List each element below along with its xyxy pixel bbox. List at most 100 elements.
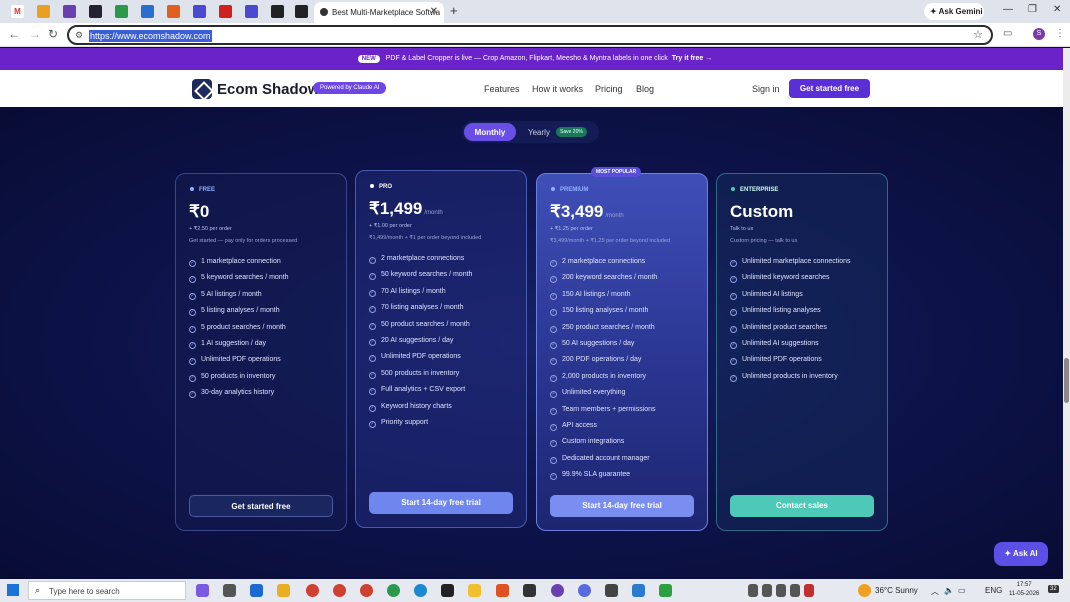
tab-icon-9[interactable] (219, 5, 232, 18)
tray-chevron-icon[interactable]: ︿ (931, 586, 939, 597)
weather-text[interactable]: 36°C Sunny (875, 586, 918, 595)
brand-name[interactable]: Ecom Shadow (217, 81, 320, 98)
close-tab-icon[interactable]: ✕ (430, 6, 438, 17)
tray-app-icon-1[interactable] (748, 584, 758, 597)
weather-icon[interactable] (858, 584, 871, 597)
file-explorer-icon[interactable] (277, 584, 290, 597)
copilot-icon[interactable] (196, 584, 209, 597)
tab-icon-11[interactable] (271, 5, 284, 18)
feature-text: Unlimited AI suggestions (742, 339, 819, 347)
active-tab[interactable]: Best Multi-Marketplace Softwa ✕ (314, 2, 444, 23)
nav-link-how-it-works[interactable]: How it works (532, 84, 583, 94)
check-icon: ✓ (730, 341, 737, 349)
brand-logo-icon[interactable] (192, 79, 212, 99)
check-icon: ✓ (730, 309, 737, 317)
plan-card-premium: PREMIUM ₹3,499/month + ₹1.25 per order ₹… (536, 173, 708, 531)
sign-in-link[interactable]: Sign in (752, 84, 780, 94)
chrome-icon-active[interactable] (360, 584, 373, 597)
tab-icon-4[interactable] (89, 5, 102, 18)
windows-start-icon[interactable] (7, 584, 19, 596)
plan-per-order: + ₹1.00 per order (369, 223, 412, 229)
volume-icon[interactable]: 🔈 (944, 586, 954, 595)
tab-icon-5[interactable] (115, 5, 128, 18)
close-window-icon[interactable]: ✕ (1053, 4, 1061, 15)
tray-app-icon-4[interactable] (790, 584, 800, 597)
app-icon-5[interactable] (659, 584, 672, 597)
nav-link-features[interactable]: Features (484, 84, 520, 94)
edge-icon[interactable] (414, 584, 427, 597)
feature-item: ✓ 5 product searches / month (189, 324, 289, 340)
language-indicator[interactable]: ENG (985, 586, 1002, 595)
taskbar-search-input[interactable]: ⌕ Type here to search (28, 581, 186, 600)
tray-app-icon-5[interactable] (804, 584, 814, 597)
tray-app-icon-2[interactable] (762, 584, 772, 597)
sticky-notes-icon[interactable] (468, 584, 481, 597)
menu-kebab-icon[interactable]: ⋮ (1055, 28, 1065, 39)
plan-card-pro: PRO ₹1,499/month + ₹1.00 per order ₹1,49… (355, 170, 527, 528)
contact-sales-button[interactable]: Contact sales (730, 495, 874, 517)
page-scrollbar[interactable] (1063, 48, 1070, 579)
tab-icon-8[interactable] (193, 5, 206, 18)
feature-list: ✓ 1 marketplace connection ✓ 5 keyword sear… (189, 258, 289, 406)
tab-icon-7[interactable] (167, 5, 180, 18)
toggle-yearly[interactable]: Yearly (528, 128, 550, 137)
check-icon: ✓ (730, 260, 737, 267)
get-started-free-button[interactable]: Get started free (189, 495, 333, 517)
tab-icon-6[interactable] (141, 5, 154, 18)
back-icon[interactable]: ← (8, 27, 20, 41)
forward-icon[interactable]: → (29, 27, 41, 41)
feature-text: 30-day analytics history (201, 389, 275, 397)
nav-link-blog[interactable]: Blog (636, 84, 654, 94)
github-icon[interactable] (551, 584, 564, 597)
ask-gemini-button[interactable]: ✦ Ask Gemini (924, 3, 984, 20)
profile-avatar[interactable]: S (1033, 28, 1045, 40)
tab-icon-12[interactable] (295, 5, 308, 18)
tab-icon-2[interactable] (37, 5, 50, 18)
premium-trial-button[interactable]: Start 14-day free trial (550, 495, 694, 517)
app-icon-1[interactable] (441, 584, 454, 597)
feature-text: 200 PDF operations / day (562, 356, 642, 364)
outlook-icon[interactable] (250, 584, 263, 597)
tier-dot-icon (551, 187, 555, 192)
nav-link-pricing[interactable]: Pricing (595, 84, 623, 94)
minimize-icon[interactable]: — (1003, 4, 1013, 15)
feature-text: Keyword history charts (381, 402, 452, 410)
app-icon-2[interactable] (496, 584, 509, 597)
site-info-icon[interactable]: ⚙ (75, 30, 83, 41)
taskbar-clock[interactable]: 17:57 11-05-2026 (1009, 581, 1039, 599)
ask-ai-button[interactable]: ✦ Ask AI (994, 542, 1048, 566)
bookmark-star-icon[interactable]: ☆ (973, 28, 983, 41)
reload-icon[interactable]: ↻ (48, 27, 58, 41)
chrome-icon-2[interactable] (333, 584, 346, 597)
price-amount: ₹1,499 (369, 199, 423, 218)
tab-icon-3[interactable] (63, 5, 76, 18)
task-view-icon[interactable] (223, 584, 236, 597)
tab-icon-10[interactable] (245, 5, 258, 18)
url-text[interactable]: https://www.ecomshadow.com (89, 30, 212, 42)
check-icon: ✓ (369, 371, 376, 379)
toggle-monthly[interactable]: Monthly (464, 123, 516, 141)
gmail-tab-icon[interactable]: M (11, 5, 24, 18)
new-tab-icon[interactable]: + (450, 3, 458, 18)
feature-item: ✓ 5 keyword searches / month (189, 274, 289, 290)
discord-icon[interactable] (578, 584, 591, 597)
address-bar[interactable]: ⚙ https://www.ecomshadow.com ☆ (67, 25, 993, 45)
tray-app-icon-3[interactable] (776, 584, 786, 597)
app-icon-4[interactable] (632, 584, 645, 597)
feature-item: ✓ Unlimited products in inventory (730, 373, 851, 389)
banner-try-link[interactable]: Try it free → (672, 55, 712, 62)
chrome-icon-3[interactable] (387, 584, 400, 597)
get-started-button[interactable]: Get started free (789, 79, 870, 98)
settings-icon[interactable] (605, 584, 618, 597)
maximize-icon[interactable]: ❐ (1028, 4, 1037, 15)
feature-item: ✓ Unlimited PDF operations (189, 356, 289, 372)
notification-icon[interactable]: 32 (1048, 585, 1059, 593)
pro-trial-button[interactable]: Start 14-day free trial (369, 492, 513, 514)
chrome-icon[interactable] (306, 584, 319, 597)
check-icon: ✓ (550, 456, 557, 464)
network-icon[interactable]: ▭ (958, 586, 966, 595)
app-icon-3[interactable] (523, 584, 536, 597)
sidepanel-icon[interactable]: ▭ (1003, 28, 1012, 39)
scrollbar-thumb[interactable] (1064, 358, 1069, 403)
feature-item: ✓ Unlimited everything (550, 389, 657, 405)
